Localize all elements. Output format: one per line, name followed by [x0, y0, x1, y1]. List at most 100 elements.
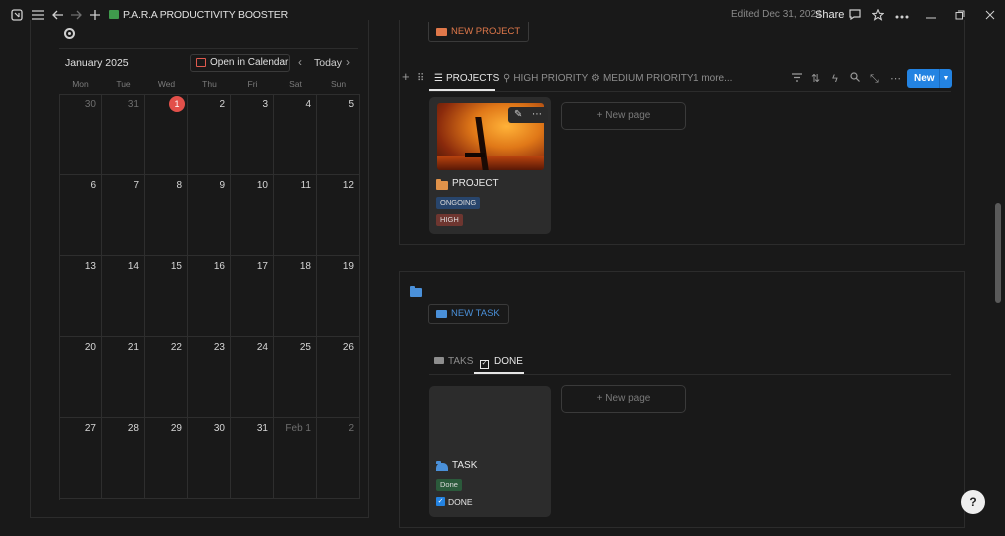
day-number: 2 — [348, 423, 354, 434]
calendar-day-cell[interactable]: 2 — [188, 94, 231, 175]
calendar-day-cell[interactable]: 16 — [188, 256, 231, 337]
folder-icon — [436, 181, 448, 190]
day-number: 17 — [257, 261, 268, 272]
new-page-button[interactable]: + New page — [561, 385, 686, 413]
calendar-day-cell[interactable]: 11 — [274, 175, 317, 256]
weekday-label: Sat — [274, 79, 317, 89]
day-number: 19 — [343, 261, 354, 272]
new-project-label: NEW PROJECT — [451, 26, 520, 37]
day-number: 2 — [219, 99, 225, 110]
add-icon[interactable]: + — [402, 70, 410, 84]
done-checkbox[interactable]: ✓ — [436, 497, 445, 506]
day-number: 28 — [128, 423, 139, 434]
calendar-day-cell[interactable]: 31 — [231, 418, 274, 499]
calendar-day-cell[interactable]: 24 — [231, 337, 274, 418]
calendar-day-cell[interactable]: 19 — [317, 256, 360, 337]
divider — [59, 48, 358, 49]
tab-medium-priority[interactable]: ⚙MEDIUM PRIORITY — [591, 72, 694, 86]
divider — [429, 91, 951, 92]
day-number: 29 — [171, 423, 182, 434]
more-icon[interactable]: ⋯ — [532, 107, 542, 123]
calendar-day-cell[interactable]: 29 — [145, 418, 188, 499]
calendar-day-cell[interactable]: 10 — [231, 175, 274, 256]
project-card-title: PROJECT — [452, 178, 499, 189]
calendar-day-cell[interactable]: 21 — [102, 337, 145, 418]
tab-high-priority[interactable]: ⚲HIGH PRIORITY — [503, 72, 588, 86]
calendar-day-cell[interactable]: 7 — [102, 175, 145, 256]
calendar-day-cell[interactable]: 15 — [145, 256, 188, 337]
calendar-day-cell[interactable]: 30 — [188, 418, 231, 499]
list-icon: ☰ — [434, 73, 443, 84]
tab-label: PROJECTS — [446, 73, 499, 84]
new-task-label: NEW TASK — [451, 308, 500, 319]
help-icon[interactable]: ? — [961, 490, 985, 514]
calendar-day-cell[interactable]: 28 — [102, 418, 145, 499]
status-badge: ONGOING — [436, 197, 480, 209]
new-task-button[interactable]: NEW TASK — [428, 304, 509, 324]
chevron-right-icon[interactable]: › — [346, 55, 350, 69]
calendar-day-cell[interactable]: 23 — [188, 337, 231, 418]
calendar-day-cell[interactable]: 12 — [317, 175, 360, 256]
calendar-day-cell[interactable]: 9 — [188, 175, 231, 256]
calendar-day-cell[interactable]: 4 — [274, 94, 317, 175]
day-number: 12 — [343, 180, 354, 191]
calendar-day-cell[interactable]: 18 — [274, 256, 317, 337]
open-in-calendar-button[interactable]: Open in Calendar — [190, 54, 290, 72]
sort-icon[interactable]: ⇅ — [811, 72, 820, 86]
weekday-label: Sun — [317, 79, 360, 89]
scrollbar[interactable] — [995, 203, 1001, 303]
search-icon[interactable] — [850, 72, 860, 86]
more-tabs[interactable]: 1 more... — [693, 72, 732, 86]
calendar-day-cell[interactable]: 31 — [102, 94, 145, 175]
new-project-button[interactable]: NEW PROJECT — [428, 22, 529, 42]
tab-done[interactable]: ✓DONE — [480, 355, 523, 369]
calendar-day-cell[interactable]: 14 — [102, 256, 145, 337]
tab-projects[interactable]: ☰PROJECTS — [434, 72, 499, 86]
lightning-icon[interactable]: ϟ — [832, 72, 838, 86]
database-icon — [109, 10, 119, 19]
calendar-day-cell[interactable]: 1 — [145, 94, 188, 175]
calendar-day-cell[interactable]: 22 — [145, 337, 188, 418]
day-number: 15 — [171, 261, 182, 272]
calendar-day-cell[interactable]: 6 — [59, 175, 102, 256]
add-icon: + — [597, 393, 606, 404]
calendar-day-cell[interactable]: 17 — [231, 256, 274, 337]
new-button[interactable]: New ▼ — [907, 69, 952, 88]
task-card-title: TASK — [452, 460, 477, 471]
day-number: 13 — [85, 261, 96, 272]
calendar-day-cell[interactable]: Feb 1 — [274, 418, 317, 499]
drag-handle-icon[interactable]: ⠿ — [417, 72, 424, 86]
close-icon[interactable] — [983, 0, 997, 30]
folder-icon — [410, 288, 422, 297]
chevron-down-icon[interactable]: ▼ — [939, 69, 952, 88]
calendar-day-cell[interactable]: 3 — [231, 94, 274, 175]
weekday-label: Fri — [231, 79, 274, 89]
more-icon[interactable]: ⋯ — [890, 72, 901, 86]
calendar-day-cell[interactable]: 20 — [59, 337, 102, 418]
new-page-label: New page — [605, 110, 650, 121]
add-icon: + — [597, 110, 606, 121]
day-number: 11 — [301, 180, 311, 191]
calendar-day-cell[interactable]: 2 — [317, 418, 360, 499]
day-number: 25 — [300, 342, 311, 353]
day-number: 14 — [128, 261, 139, 272]
sidebar-icon[interactable] — [10, 0, 24, 30]
today-button[interactable]: Today — [314, 57, 342, 69]
edit-icon[interactable]: ✎ — [514, 107, 522, 123]
tab-label: DONE — [494, 356, 523, 367]
tab-taks[interactable]: TAKS — [434, 355, 473, 369]
calendar-day-cell[interactable]: 30 — [59, 94, 102, 175]
day-number: 9 — [219, 180, 225, 191]
calendar-day-cell[interactable]: 25 — [274, 337, 317, 418]
calendar-day-cell[interactable]: 26 — [317, 337, 360, 418]
calendar-day-cell[interactable]: 5 — [317, 94, 360, 175]
expand-icon[interactable]: ⤡ — [870, 72, 879, 86]
chevron-left-icon[interactable]: ‹ — [298, 55, 302, 69]
calendar-day-cell[interactable]: 13 — [59, 256, 102, 337]
weekday-label: Tue — [102, 79, 145, 89]
calendar-day-cell[interactable]: 27 — [59, 418, 102, 499]
calendar-day-cell[interactable]: 8 — [145, 175, 188, 256]
new-page-button[interactable]: + New page — [561, 102, 686, 130]
day-number: 5 — [348, 99, 354, 110]
filter-icon[interactable] — [792, 72, 802, 86]
